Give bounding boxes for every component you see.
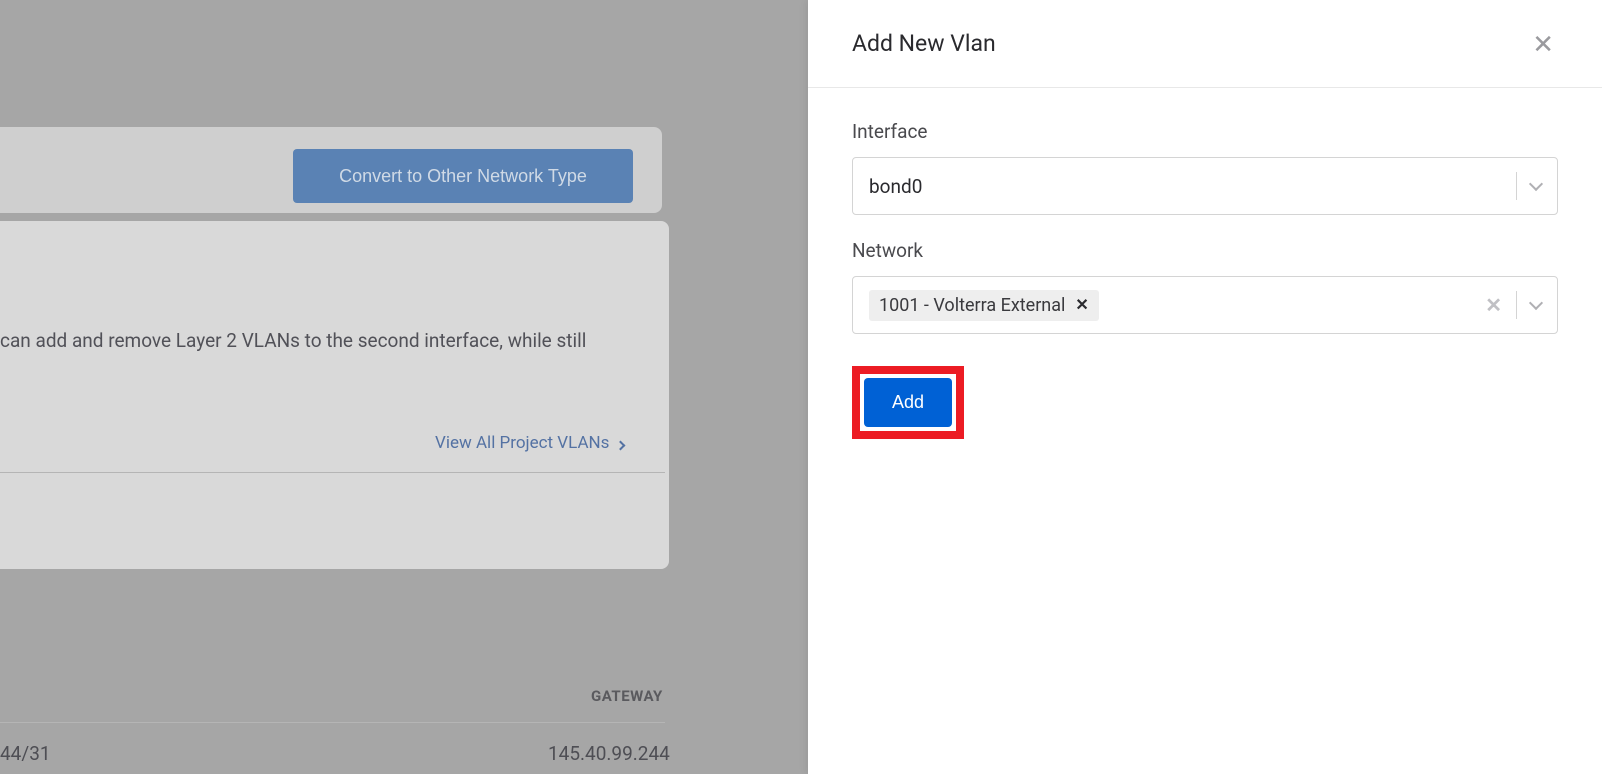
convert-network-type-button[interactable]: Convert to Other Network Type xyxy=(293,149,633,203)
clear-all-icon[interactable]: ✕ xyxy=(1485,295,1502,315)
remove-tag-icon[interactable]: ✕ xyxy=(1075,297,1088,313)
separator xyxy=(1516,291,1517,319)
bg-main-card xyxy=(0,221,669,569)
separator xyxy=(1516,172,1517,200)
description-text: can add and remove Layer 2 VLANs to the … xyxy=(0,327,660,356)
panel-title: Add New Vlan xyxy=(852,30,996,57)
network-label: Network xyxy=(852,239,1558,262)
divider xyxy=(0,722,665,723)
add-button-highlight-annotation: Add xyxy=(852,366,964,439)
divider xyxy=(0,472,665,473)
background-dimmed-content: Convert to Other Network Type can add an… xyxy=(0,0,808,774)
view-all-vlans-label: View All Project VLANs xyxy=(435,433,609,453)
gateway-column-header: GATEWAY xyxy=(591,687,663,705)
network-form-group: Network 1001 - Volterra External ✕ ✕ xyxy=(852,239,1558,334)
interface-select[interactable]: bond0 xyxy=(852,157,1558,215)
interface-label: Interface xyxy=(852,120,1558,143)
close-icon: ✕ xyxy=(1532,29,1554,59)
network-tag-label: 1001 - Volterra External xyxy=(879,295,1065,316)
chevron-down-icon xyxy=(1529,176,1543,190)
panel-header: Add New Vlan ✕ xyxy=(808,0,1602,88)
interface-form-group: Interface bond0 xyxy=(852,120,1558,215)
interface-selected-value: bond0 xyxy=(869,175,1516,198)
chevron-down-icon xyxy=(1529,295,1543,309)
add-vlan-side-panel: Add New Vlan ✕ Interface bond0 Network xyxy=(808,0,1602,774)
select-indicators: ✕ xyxy=(1485,291,1541,319)
ip-address-partial: 44/31 xyxy=(0,742,51,765)
gateway-ip-value: 145.40.99.244 xyxy=(548,742,670,765)
close-panel-button[interactable]: ✕ xyxy=(1528,27,1558,61)
view-all-vlans-link[interactable]: View All Project VLANs xyxy=(435,433,624,453)
panel-body: Interface bond0 Network 1001 - Volterra … xyxy=(808,88,1602,471)
network-select[interactable]: 1001 - Volterra External ✕ ✕ xyxy=(852,276,1558,334)
network-selected-tag: 1001 - Volterra External ✕ xyxy=(869,290,1099,321)
add-vlan-button[interactable]: Add xyxy=(864,378,952,427)
select-indicators xyxy=(1516,172,1541,200)
chevron-right-icon xyxy=(616,440,626,450)
